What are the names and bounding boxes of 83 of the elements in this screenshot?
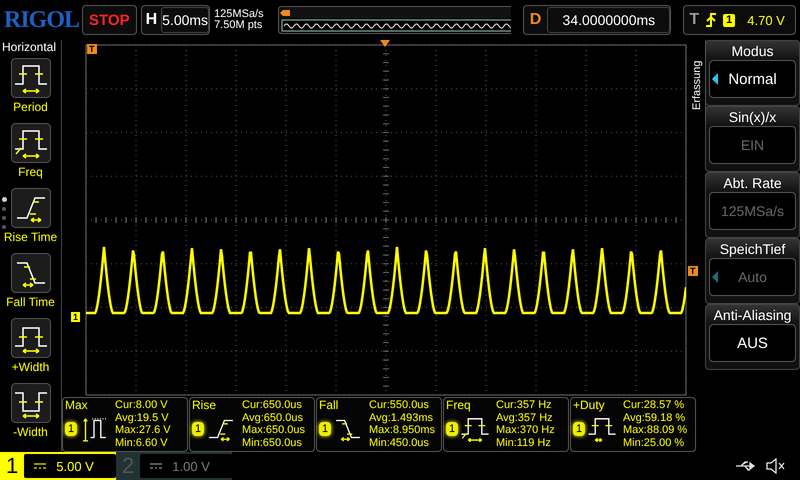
menu-value: Normal xyxy=(728,70,777,88)
menu-item-label: Modus xyxy=(731,42,774,60)
measurement-name: Rise xyxy=(192,399,218,412)
measurement-value: Cur:550.0us xyxy=(369,399,430,412)
measurement-value: Avg:1.493ms xyxy=(369,412,434,424)
dc-coupling-icon xyxy=(34,463,46,469)
channel-scale: 5.00 V xyxy=(56,458,94,474)
sample-rate: 125MSa/s xyxy=(214,9,265,20)
memory-depth: 7.50M pts xyxy=(214,20,264,31)
measurement-value: Avg:650.0us xyxy=(242,412,304,424)
measurement-label: Fall Time xyxy=(6,295,55,309)
menu-item-label: Anti-Aliasing xyxy=(714,306,792,324)
menu-item[interactable]: Anti-Aliasing AUS xyxy=(705,304,800,370)
menu-value-field[interactable]: Normal xyxy=(709,60,796,98)
dc-coupling-icon xyxy=(150,463,162,469)
menu-value: AUS xyxy=(737,334,768,352)
measurement-value: Min:650.0us xyxy=(242,436,303,449)
trigger-source-badge: 1 xyxy=(723,14,736,26)
measurement-value: Min:450.0us xyxy=(369,436,430,449)
channel-scale: 1.00 V xyxy=(172,458,210,474)
brand-logo: RIGOL xyxy=(4,6,78,34)
menu-value-field[interactable]: AUS xyxy=(709,324,796,362)
measure-period-icon[interactable] xyxy=(10,58,50,98)
measurement-value: Min:6.60 V xyxy=(115,436,169,449)
channel-tab[interactable]: 1 5.00 V xyxy=(0,452,116,480)
measurement-value: Min:119 Hz xyxy=(496,436,552,449)
measurement-value: Cur:8.00 V xyxy=(115,399,169,412)
menu-item-label: SpeichTief xyxy=(720,240,786,258)
measure-fall-icon[interactable] xyxy=(10,253,50,293)
channel-number: 1 xyxy=(6,453,18,479)
timebase-label: H xyxy=(146,11,158,29)
measurement-name: Fall xyxy=(319,399,340,412)
menu-item-label: Sin(x)/x xyxy=(728,108,776,126)
measurement-label: Period xyxy=(13,100,48,114)
measure-freq-icon[interactable] xyxy=(10,123,50,163)
channel-badge: 1 xyxy=(192,422,204,436)
measurement-name: Max xyxy=(65,399,89,412)
trigger-voltage[interactable]: 4.70 V xyxy=(747,12,785,28)
menu-value: 125MSa/s xyxy=(720,203,784,219)
measure-pwidth-icon[interactable] xyxy=(10,318,50,358)
measurement-value: Max:650.0us xyxy=(242,424,305,436)
measurement-value: Avg:59.18 % xyxy=(623,412,686,424)
trigger-position-marker: T xyxy=(87,44,96,54)
menu-value: Auto xyxy=(738,269,767,285)
trigger-level-marker[interactable]: T xyxy=(688,266,698,276)
channel-badge: 1 xyxy=(65,422,78,436)
measurement-name: +Duty xyxy=(573,399,606,412)
measurement-value: Cur:28.57 % xyxy=(623,399,686,412)
rising-edge-icon xyxy=(705,12,718,28)
measurement-label: Rise Time xyxy=(4,230,58,244)
menu-item-label: Abt. Rate xyxy=(723,174,782,192)
channel-badge: 1 xyxy=(573,422,586,436)
run-stop-button[interactable]: STOP xyxy=(82,5,137,35)
menu-value: EIN xyxy=(740,137,764,153)
channel-badge: 1 xyxy=(446,422,458,436)
trigger-label: T xyxy=(689,11,700,29)
measurement-value: Max:370 Hz xyxy=(496,424,555,436)
delay-label: D xyxy=(530,11,542,29)
channel-offset-marker[interactable]: 1 xyxy=(71,312,80,322)
measurement-label: -Width xyxy=(13,425,48,439)
menu-item[interactable]: Modus Normal xyxy=(705,40,800,106)
measurement-value: Max:8.950ms xyxy=(369,424,436,436)
measurement-value: Cur:650.0us xyxy=(242,399,303,412)
selector-arrow-icon xyxy=(712,73,718,85)
measurement-name: Freq xyxy=(446,399,472,412)
measurement-label: Freq xyxy=(18,165,43,179)
delay-value[interactable]: 34.0000000ms xyxy=(547,7,670,33)
measurement-value: Avg:357 Hz xyxy=(496,412,554,424)
measurement-value: Avg:19.5 V xyxy=(115,412,170,424)
channel-badge: 1 xyxy=(319,422,332,436)
measurement-value: Cur:357 Hz xyxy=(496,399,553,412)
selector-arrow-icon xyxy=(712,271,718,283)
measurement-value: Min:25.00 % xyxy=(623,436,686,449)
trigger-position-marker-icon xyxy=(380,40,390,47)
speaker-muted-icon xyxy=(766,458,786,474)
measurement-value: Max:88.09 % xyxy=(623,424,688,436)
timebase-value[interactable]: 5.00ms xyxy=(161,7,210,33)
measurement-value: Max:27.6 V xyxy=(115,424,171,436)
measure-rise-icon[interactable] xyxy=(10,188,50,228)
menu-title: Erfassung xyxy=(690,59,702,110)
menu-title: Horizontal xyxy=(1,40,56,54)
measurement-label: +Width xyxy=(12,360,50,374)
measure-nwidth-icon[interactable] xyxy=(10,383,50,423)
